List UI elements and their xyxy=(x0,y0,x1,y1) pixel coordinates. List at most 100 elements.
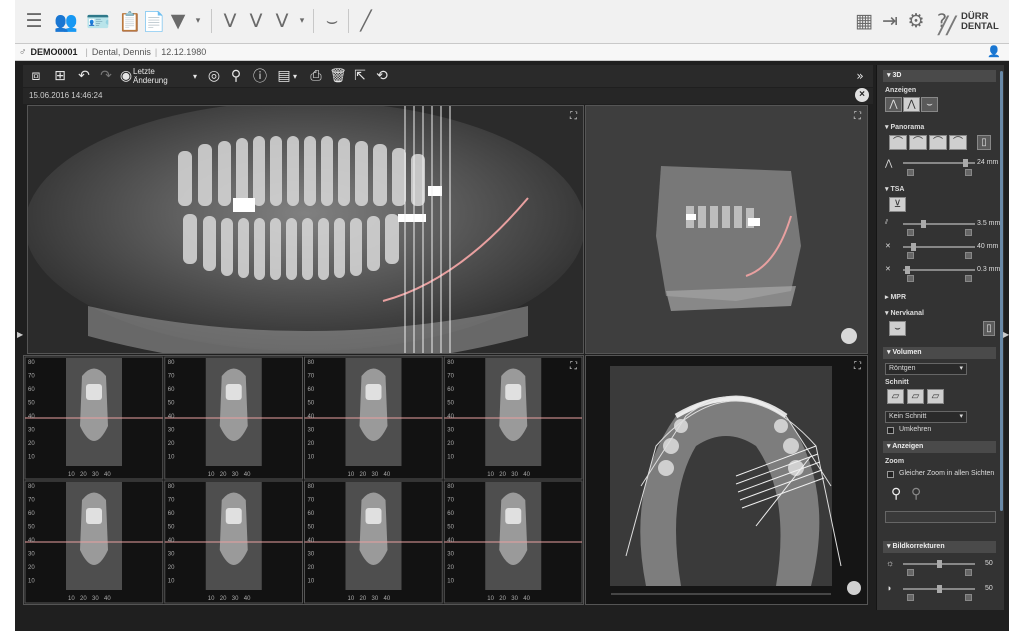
panorama-preset-3[interactable]: ⌒ xyxy=(929,135,947,150)
cross-section-cell[interactable]: 80 70 60 50 40 30 20 10 10 20 30 40 xyxy=(164,480,303,604)
section-3d-header[interactable]: ▾ 3D xyxy=(883,70,996,82)
nerve-delete-icon[interactable]: ▯ xyxy=(983,321,995,336)
maximize-icon[interactable]: ⛶ xyxy=(854,361,861,372)
section-anzeigen-header[interactable]: ▾ Anzeigen xyxy=(883,441,996,453)
reset-icon[interactable]: ⟲ xyxy=(373,66,391,86)
x-tick-label: 10 xyxy=(487,472,494,478)
redo-icon[interactable]: ↷ xyxy=(97,66,115,86)
user-icon[interactable]: 👤 xyxy=(987,45,1001,58)
document-icon[interactable]: 📄 xyxy=(141,8,167,34)
cross-sections-viewport[interactable]: 80 70 60 50 40 30 20 10 10 20 30 40 80 70 60 50 40 30 20 10… xyxy=(23,355,584,605)
arch-curve-button[interactable]: ⋀ xyxy=(903,97,920,112)
y-tick-label: 80 xyxy=(447,360,454,366)
cross-section-cell[interactable]: 80 70 60 50 40 30 20 10 10 20 30 40 xyxy=(164,356,303,480)
visibility-icon[interactable]: ◎ xyxy=(205,66,223,86)
zoom-in-icon[interactable]: ⚲ xyxy=(891,485,901,502)
arch-icon[interactable]: V xyxy=(217,8,243,34)
arch-outline-icon[interactable]: V xyxy=(243,8,269,34)
3d-viewport[interactable]: ⛶ xyxy=(585,105,868,354)
pen-icon[interactable]: ╱ xyxy=(353,8,379,34)
panorama-minus[interactable] xyxy=(907,169,914,176)
cut-select[interactable]: Kein Schnitt ▾ xyxy=(885,411,967,423)
nerve-canal-button[interactable]: ⌣ xyxy=(889,321,906,336)
contrast-minus[interactable] xyxy=(907,594,914,601)
patient-bar: ♂ DEMO0001 | Dental, Dennis | 12.12.1980… xyxy=(15,44,1009,61)
tsa-width-minus[interactable] xyxy=(907,252,914,259)
brightness-plus[interactable] xyxy=(965,569,972,576)
cross-section-cell[interactable]: 80 70 60 50 40 30 20 10 10 20 30 40 xyxy=(304,480,443,604)
panel-scrollbar[interactable] xyxy=(1000,71,1003,511)
left-pane-arrow-icon[interactable]: ▶ xyxy=(17,330,23,339)
section-bildkorrekturen-header[interactable]: ▾ Bildkorrekturen xyxy=(883,541,996,553)
maximize-icon[interactable]: ⛶ xyxy=(854,111,861,122)
cross-section-cell[interactable]: 80 70 60 50 40 30 20 10 10 20 30 40 xyxy=(304,356,443,480)
mpr-label[interactable]: ▸ MPR xyxy=(885,293,906,301)
panorama-plus[interactable] xyxy=(965,169,972,176)
implant-icon[interactable]: ⌣ xyxy=(319,8,345,34)
tsa-width-plus[interactable] xyxy=(965,252,972,259)
layout-single-icon[interactable]: ⧈ xyxy=(27,66,45,86)
list-icon[interactable]: ☰ xyxy=(21,8,47,34)
panorama-preset-2[interactable]: ⌒ xyxy=(909,135,927,150)
settings-icon[interactable]: ⚙ xyxy=(903,8,929,34)
cross-section-cell[interactable]: 80 70 60 50 40 30 20 10 10 20 30 40 xyxy=(443,480,583,604)
close-study-button[interactable]: × xyxy=(855,88,869,102)
patients-icon[interactable]: 👥 xyxy=(53,8,79,34)
panorama-viewport[interactable]: ⛶ xyxy=(27,105,584,354)
tsa-distance-slider[interactable] xyxy=(903,220,975,228)
cut-mode-1-button[interactable]: ▱ xyxy=(887,389,904,404)
cross-section-cell[interactable]: 80 70 60 50 40 30 20 10 10 20 30 40 xyxy=(443,356,583,480)
tooth-tool-icon[interactable]: ⚲ xyxy=(227,66,245,86)
cross-section-grid: 80 70 60 50 40 30 20 10 10 20 30 40 80 70 60 50 40 30 20 10… xyxy=(24,356,583,604)
invert-checkbox[interactable] xyxy=(887,427,894,434)
zoom-level-select[interactable] xyxy=(885,511,996,523)
layout-grid-icon[interactable]: ⊞ xyxy=(51,66,69,86)
delete-icon[interactable]: 🗑 xyxy=(329,66,347,86)
print-icon[interactable]: ⎙ xyxy=(307,66,325,86)
tsa-width-slider[interactable] xyxy=(903,243,975,251)
toolbar-divider xyxy=(313,9,314,33)
brightness-slider[interactable] xyxy=(903,560,975,568)
report-dropdown-icon[interactable]: ▾ xyxy=(291,66,299,86)
panorama-preset-1[interactable]: ⌒ xyxy=(889,135,907,150)
right-pane-arrow-icon[interactable]: ▶ xyxy=(1003,330,1009,339)
cut-mode-2-button[interactable]: ▱ xyxy=(907,389,924,404)
maximize-icon[interactable]: ⛶ xyxy=(570,361,577,372)
export-icon[interactable]: ⇱ xyxy=(351,66,369,86)
maximize-icon[interactable]: ⛶ xyxy=(570,111,577,122)
panorama-delete-icon[interactable]: ▯ xyxy=(977,135,991,150)
contrast-slider[interactable] xyxy=(903,585,975,593)
y-tick-label: 50 xyxy=(447,401,454,407)
implant-view-button[interactable]: ⌣ xyxy=(921,97,938,112)
tsa-tool-button[interactable]: ⊻ xyxy=(889,197,906,212)
arch-view-button[interactable]: ⋀ xyxy=(885,97,902,112)
tsa-thickness-slider[interactable] xyxy=(903,266,975,274)
patient-card-icon[interactable]: 🪪 xyxy=(85,8,111,34)
contrast-plus[interactable] xyxy=(965,594,972,601)
panorama-preset-4[interactable]: ⌒ xyxy=(949,135,967,150)
arch-dropdown-icon[interactable]: ▾ xyxy=(289,8,315,34)
clipboard-icon[interactable]: 📋 xyxy=(117,8,143,34)
same-zoom-checkbox[interactable] xyxy=(887,471,894,478)
section-volumen-header[interactable]: ▾ Volumen xyxy=(883,347,996,359)
axial-viewport[interactable]: ⛶ xyxy=(585,355,868,605)
last-change-dropdown[interactable]: Letzte Änderung ▾ xyxy=(133,66,197,86)
undo-icon[interactable]: ↶ xyxy=(75,66,93,86)
tooth-dropdown-icon[interactable]: ▾ xyxy=(185,8,211,34)
tsa-thickness-minus[interactable] xyxy=(907,275,914,282)
tsa-thickness-plus[interactable] xyxy=(965,275,972,282)
panorama-thickness-slider[interactable] xyxy=(903,159,975,167)
y-tick-label: 10 xyxy=(308,579,315,585)
monitor-icon[interactable]: ▦ xyxy=(851,8,877,34)
tsa-distance-minus[interactable] xyxy=(907,229,914,236)
collapse-panel-button[interactable]: » xyxy=(851,66,869,86)
logout-icon[interactable]: ⇥ xyxy=(877,8,903,34)
cut-mode-3-button[interactable]: ▱ xyxy=(927,389,944,404)
brightness-minus[interactable] xyxy=(907,569,914,576)
zoom-out-icon[interactable]: ⚲ xyxy=(911,485,921,502)
cross-section-cell[interactable]: 80 70 60 50 40 30 20 10 10 20 30 40 xyxy=(24,356,164,480)
cross-section-cell[interactable]: 80 70 60 50 40 30 20 10 10 20 30 40 xyxy=(24,480,164,604)
volume-render-select[interactable]: Röntgen ▾ xyxy=(885,363,967,375)
tsa-distance-plus[interactable] xyxy=(965,229,972,236)
info-icon[interactable]: ⓘ xyxy=(251,66,269,86)
